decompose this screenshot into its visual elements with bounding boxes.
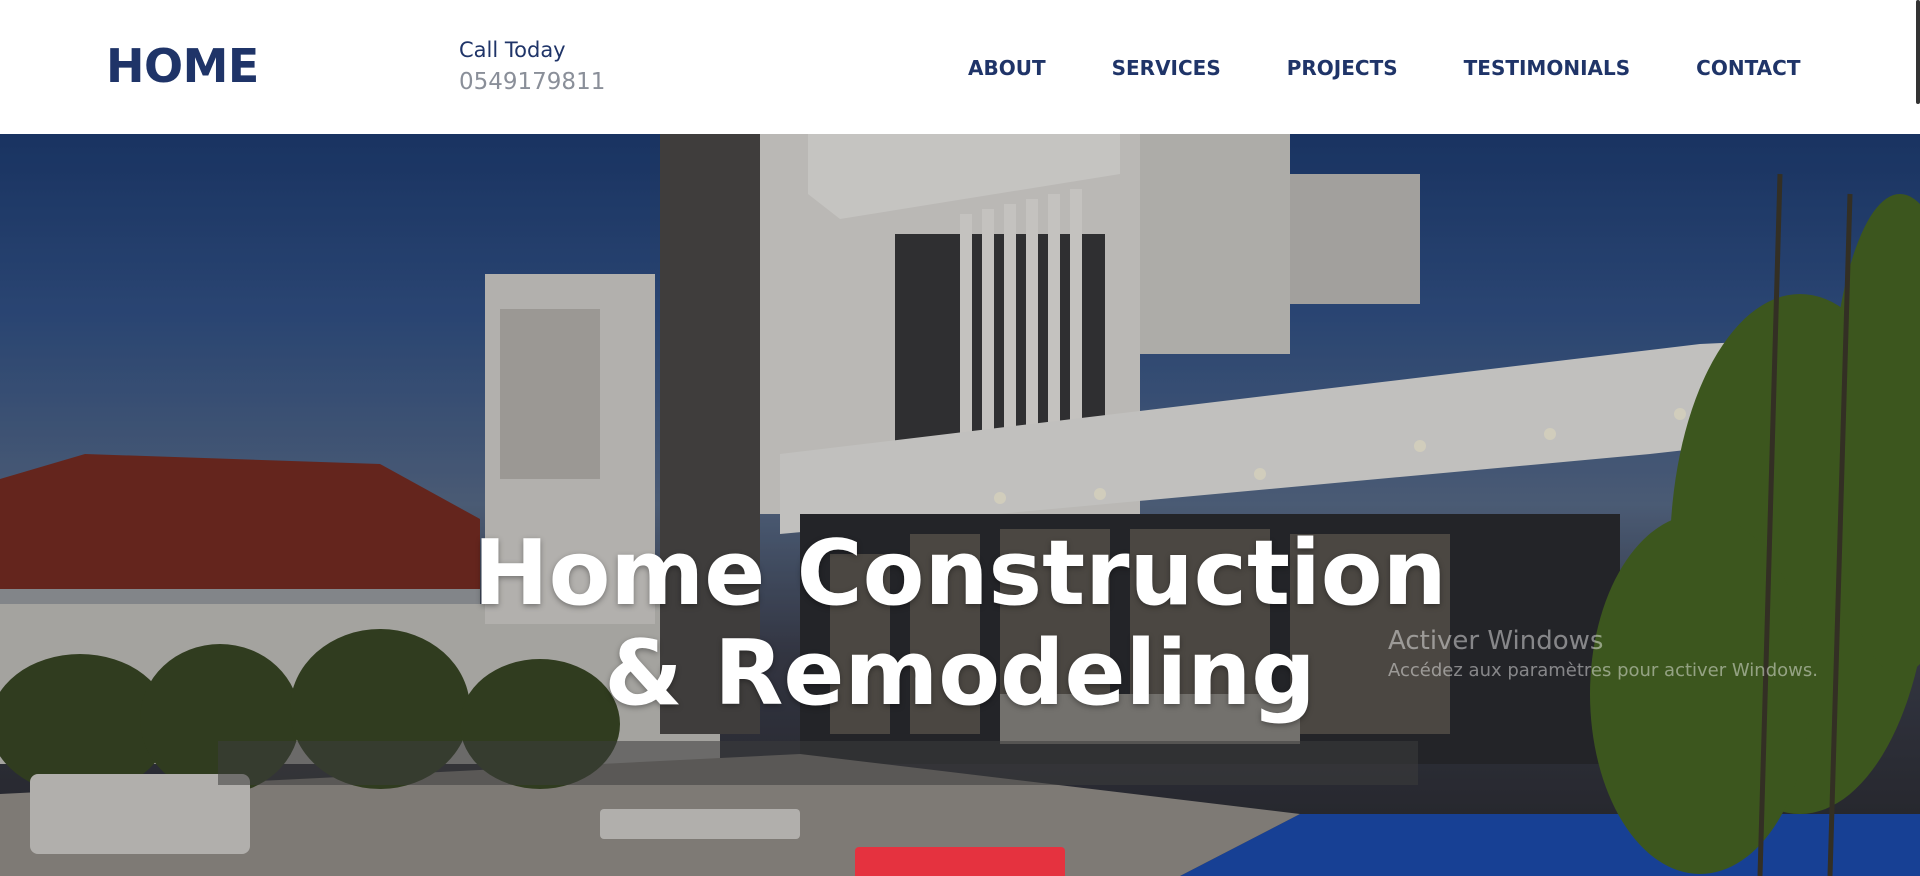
hero-cta-button[interactable]: [855, 847, 1065, 876]
page-scrollbar[interactable]: [1916, 0, 1920, 104]
nav-testimonials[interactable]: TESTIMONIALS: [1464, 52, 1631, 84]
hero-section: Home Construction & Remodeling: [0, 134, 1920, 876]
watermark-subtitle: Accédez aux paramètres pour activer Wind…: [1388, 660, 1818, 681]
hero-title-line-1: Home Construction: [473, 521, 1447, 626]
phone-number-link[interactable]: 0549179811: [459, 68, 605, 96]
call-today-block: Call Today 0549179811: [459, 36, 605, 96]
windows-activation-watermark: Activer Windows Accédez aux paramètres p…: [1388, 624, 1818, 684]
watermark-title: Activer Windows: [1388, 626, 1604, 656]
hero-subtitle-band: [218, 741, 1418, 785]
call-today-label: Call Today: [459, 38, 566, 62]
nav-services[interactable]: SERVICES: [1112, 52, 1221, 84]
nav-contact[interactable]: CONTACT: [1696, 52, 1800, 84]
nav-about[interactable]: ABOUT: [968, 52, 1046, 84]
logo-home-link[interactable]: HOME: [106, 36, 259, 96]
nav-projects[interactable]: PROJECTS: [1287, 52, 1398, 84]
main-nav: ABOUT SERVICES PROJECTS TESTIMONIALS CON…: [968, 52, 1800, 84]
site-header: HOME Call Today 0549179811 ABOUT SERVICE…: [0, 0, 1920, 134]
